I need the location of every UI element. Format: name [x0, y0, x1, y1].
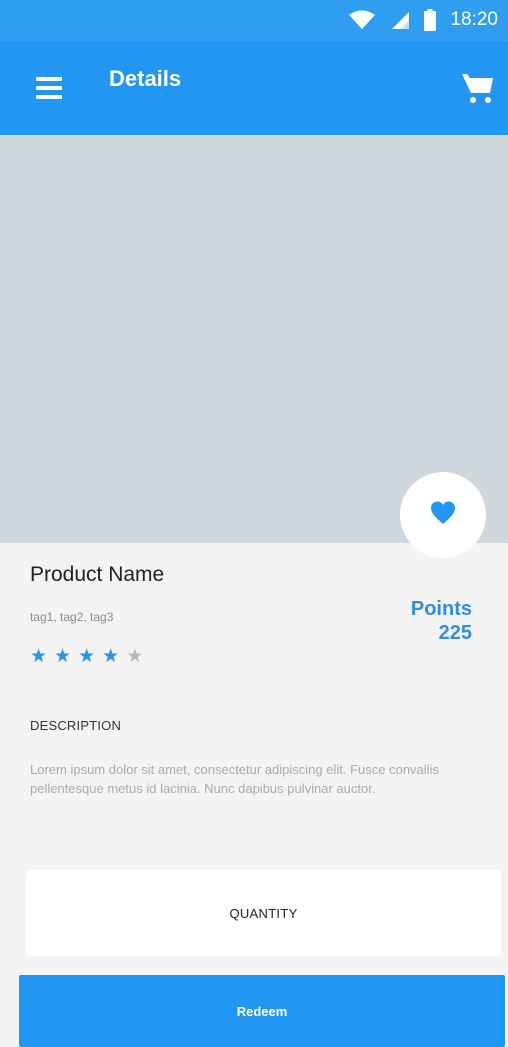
cart-icon[interactable]	[460, 69, 496, 105]
status-time: 18:20	[450, 9, 498, 30]
points-label: Points	[410, 598, 472, 620]
favorite-button[interactable]	[400, 472, 486, 558]
quantity-card[interactable]: QUANTITY	[26, 870, 501, 956]
star-icon[interactable]: ★	[126, 646, 143, 668]
battery-icon	[424, 9, 437, 31]
product-name: Product Name	[30, 563, 165, 586]
status-bar: 18:20	[0, 0, 508, 41]
wifi-icon	[348, 10, 376, 30]
description-text: Lorem ipsum dolor sit amet, consectetur …	[30, 762, 439, 796]
star-icon[interactable]: ★	[54, 646, 71, 668]
points-display: Points 225	[411, 597, 472, 645]
description-heading: DESCRIPTION	[30, 718, 122, 733]
heart-icon	[430, 501, 456, 530]
redeem-button[interactable]: Redeem	[19, 975, 505, 1047]
app-bar: Details	[0, 41, 508, 135]
star-rating: ★ ★ ★ ★ ★	[30, 646, 143, 668]
star-icon[interactable]: ★	[102, 646, 119, 668]
status-icons: 18:20	[348, 8, 498, 32]
quantity-label: QUANTITY	[229, 905, 298, 921]
product-tags: tag1, tag2, tag3	[30, 610, 114, 624]
star-icon[interactable]: ★	[78, 646, 95, 668]
signal-icon	[390, 10, 410, 30]
star-icon[interactable]: ★	[30, 646, 47, 668]
points-value: 225	[438, 622, 472, 644]
page-title: Details	[109, 66, 182, 91]
menu-icon[interactable]	[36, 77, 62, 99]
